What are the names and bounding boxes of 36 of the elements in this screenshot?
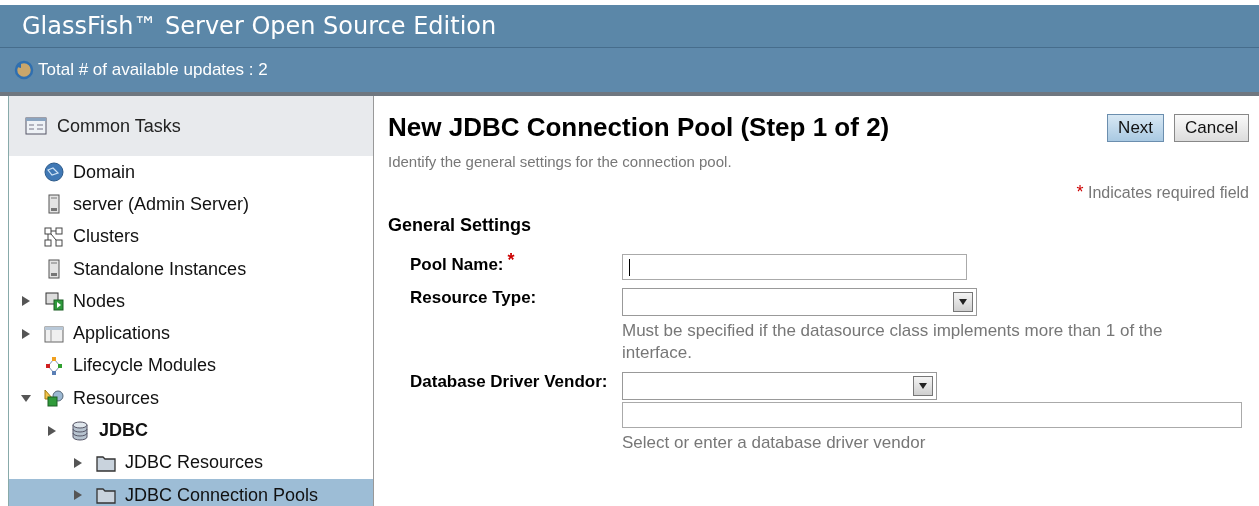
tree-item[interactable]: Applications [9, 317, 373, 350]
field-label: Database Driver Vendor: [410, 372, 608, 391]
tree-item[interactable]: server (Admin Server) [9, 188, 373, 221]
updates-link[interactable]: Total # of available updates : 2 [38, 60, 268, 80]
section-title: General Settings [388, 215, 533, 236]
refresh-icon [14, 60, 34, 80]
lifecycle-icon [43, 354, 65, 377]
page-title: New JDBC Connection Pool (Step 1 of 2) [388, 112, 890, 143]
resources-icon [43, 387, 65, 410]
sidebar-title: Common Tasks [57, 115, 181, 137]
product-title: GlassFish™ Server Open Source Edition [22, 12, 497, 40]
field-help: Select or enter a database driver vendor [622, 432, 927, 454]
required-asterisk: * [1076, 182, 1084, 202]
table-icon [25, 117, 47, 135]
tree-item[interactable]: Nodes [9, 285, 373, 318]
driver-vendor-field[interactable] [622, 402, 1242, 428]
tree-item[interactable]: Resources [9, 382, 373, 415]
database-icon [69, 419, 91, 442]
tree-item[interactable]: JDBC [9, 414, 373, 447]
nodes-icon [43, 290, 65, 313]
cancel-button[interactable]: Cancel [1174, 113, 1249, 142]
field-label: Resource Type: [410, 288, 537, 307]
page-description: Identify the general settings for the connection pool. [388, 153, 733, 170]
cluster-icon [43, 225, 65, 248]
globe-icon [43, 161, 65, 184]
pool-name-field[interactable] [622, 254, 967, 280]
tree-item[interactable]: Domain [9, 156, 373, 189]
next-button[interactable]: Next [1107, 113, 1165, 142]
tree-item[interactable]: Clusters [9, 220, 373, 253]
required-note: Indicates required field [1088, 184, 1249, 201]
tree-item[interactable]: JDBC Connection Pools [9, 478, 373, 506]
field-label: Pool Name: * [410, 255, 515, 274]
field-help: Must be specified if the datasource class implements more than 1 of the interface. [622, 320, 1164, 364]
tree-item[interactable]: JDBC Resources [9, 446, 373, 479]
tree-item[interactable]: Standalone Instances [9, 252, 373, 286]
tree-item[interactable]: Lifecycle Modules [9, 349, 373, 383]
